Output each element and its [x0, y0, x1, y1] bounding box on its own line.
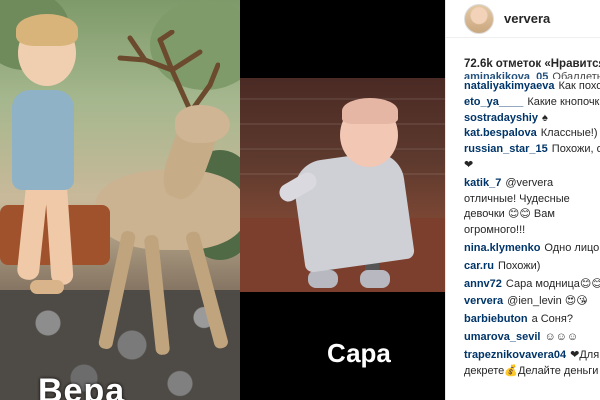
photo-left-vera	[0, 0, 240, 400]
comment-username[interactable]: aminakikova_05	[464, 71, 548, 79]
comment-item: annv72 Сара модница😊😊	[464, 277, 600, 293]
comment-item: aminakikova_05 Обалдеть	[464, 70, 600, 79]
comment-username[interactable]: barbiebuton	[464, 313, 528, 325]
comment-text: Одно лицо!	[544, 241, 600, 254]
comment-item: trapeznikovavera04 ❤Для декрете💰Делайте д…	[464, 348, 600, 380]
comment-item: sostradayshiy ♠	[464, 111, 600, 127]
comment-username[interactable]: eto_ya____	[464, 96, 523, 108]
comment-item: car.ru Похожи)	[464, 259, 600, 275]
comment-username[interactable]: russian_star_15	[464, 143, 548, 155]
comment-username[interactable]: annv72	[464, 278, 502, 290]
comment-text: Сара модница😊😊	[505, 277, 600, 290]
comment-item: kat.bespalova Классные!)	[464, 126, 600, 142]
photo-right-sara	[240, 78, 445, 292]
comment-item: ververa @ien_levin 😍😘	[464, 294, 600, 310]
comment-item: ❤	[464, 158, 600, 174]
comment-text: @ien_levin 😍😘	[507, 295, 588, 308]
comment-username[interactable]: trapeznikovavera04	[464, 349, 566, 361]
photo-caption-right: Сара	[327, 338, 391, 368]
comment-text: ♠	[541, 111, 548, 124]
comment-username[interactable]: ververa	[464, 295, 503, 307]
post-header: ververa	[446, 0, 600, 38]
comment-text: Похожи, очень	[551, 143, 600, 156]
comment-item: eto_ya____ Какие кнопочки	[464, 95, 600, 111]
likes-count: 72.6k	[464, 58, 493, 70]
comment-text: ❤	[464, 158, 474, 171]
comment-text: Похожи)	[497, 259, 541, 272]
comment-username[interactable]: kat.bespalova	[464, 127, 537, 139]
comment-item: nataliyakimyaevaКак похожи	[464, 79, 600, 95]
comment-item: umarova_sevil ☺☺☺	[464, 330, 600, 346]
comment-username[interactable]: car.ru	[464, 260, 494, 272]
comment-username[interactable]: nina.klymenko	[464, 242, 540, 254]
comment-list: aminakikova_05 Обалдеть nataliyakimyaeva К…	[446, 70, 600, 379]
comment-text: ☺☺☺	[544, 330, 579, 343]
comment-item: barbiebuton а Соня?	[464, 312, 600, 328]
comment-text: а Соня?	[531, 313, 573, 326]
antler-icon	[117, 30, 220, 113]
photo-right-top-bar	[240, 0, 445, 78]
comment-username[interactable]: nataliyakimyaeva	[464, 80, 555, 92]
avatar[interactable]	[464, 3, 494, 34]
comment-item: nina.klymenko Одно лицо!	[464, 241, 600, 257]
comment-item: russian_star_15Похожи, очень	[464, 142, 600, 158]
comment-item: katik_7 @ververa отличные! Чудесные девоч…	[464, 176, 600, 239]
comment-username[interactable]: umarova_sevil	[464, 331, 540, 343]
comment-text: Классные!)	[540, 127, 598, 140]
post-side-panel: ververa 72.6kотметок «Нравится» aminakik…	[445, 0, 600, 400]
comment-text: Как похожи	[558, 80, 600, 92]
comment-username[interactable]: sostradayshiy	[464, 112, 538, 124]
username-link[interactable]: ververa	[504, 11, 550, 26]
photo-caption-left: Вера	[38, 372, 126, 400]
post-photo[interactable]: Вера Сара	[0, 0, 445, 400]
comment-username[interactable]: katik_7	[464, 177, 501, 189]
likes-label: отметок «Нравится»	[495, 58, 600, 70]
comment-text: Обалдеть	[552, 71, 600, 79]
comment-text: Какие кнопочки	[527, 95, 600, 108]
